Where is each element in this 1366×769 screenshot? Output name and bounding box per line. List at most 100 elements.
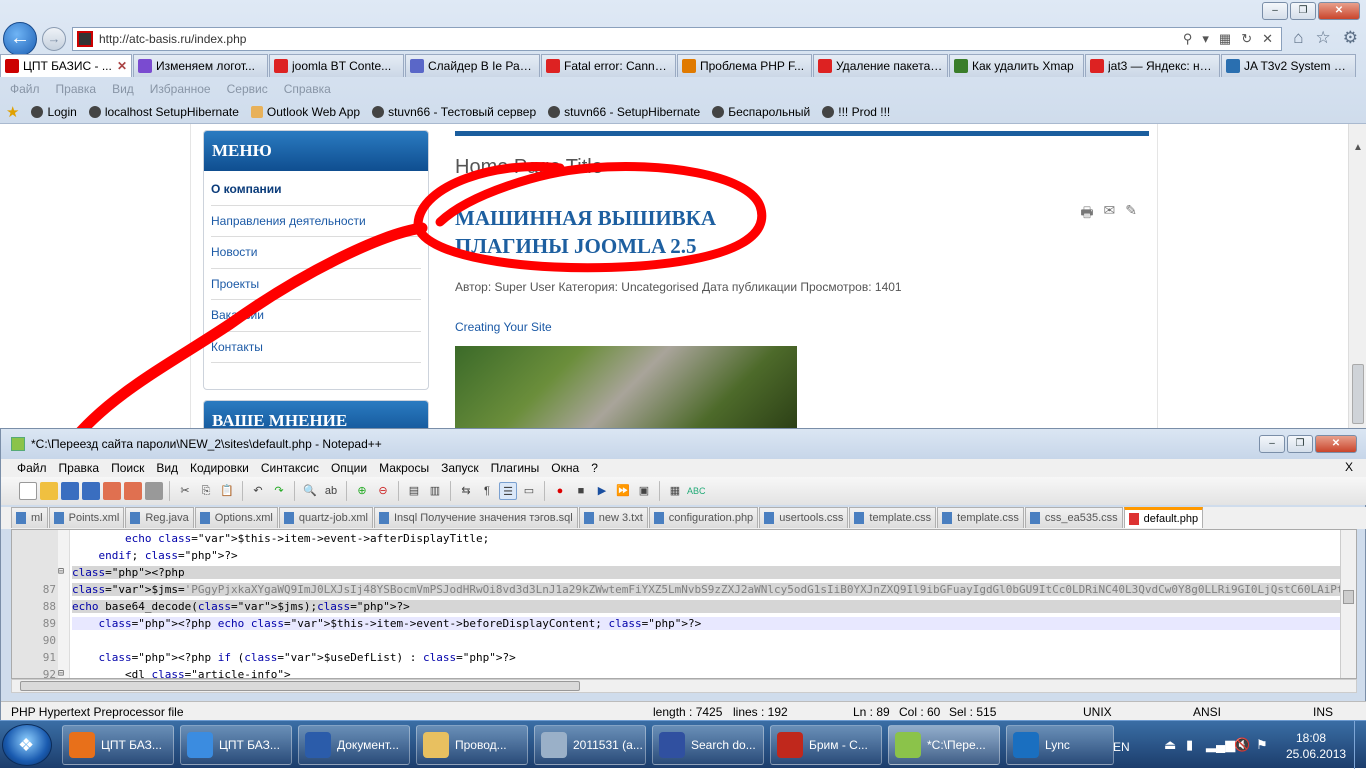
menu-item[interactable]: Проекты bbox=[211, 269, 421, 300]
code-line[interactable]: class="php"><?php if (class="var">$useDe… bbox=[72, 651, 1342, 664]
favorite-link[interactable]: Login bbox=[31, 105, 77, 119]
stop-icon[interactable]: ✕ bbox=[1262, 31, 1273, 47]
print-icon[interactable] bbox=[145, 482, 163, 500]
launch-icon[interactable]: ▦ bbox=[666, 482, 684, 500]
back-button[interactable]: ← bbox=[3, 22, 37, 56]
chevron-up-icon[interactable]: ▲ bbox=[1353, 142, 1363, 153]
spellcheck-icon[interactable]: ABC bbox=[687, 482, 706, 500]
browser-menu-item[interactable]: Правка bbox=[56, 82, 97, 96]
browser-tab[interactable]: jat3 — Яндекс: на... bbox=[1085, 54, 1220, 77]
compat-view-icon[interactable]: ▦ bbox=[1219, 31, 1231, 47]
search-icon[interactable]: ⚲ bbox=[1183, 31, 1193, 47]
npp-menu-item[interactable]: Окна bbox=[551, 461, 579, 475]
menu-item[interactable]: Вакансии bbox=[211, 300, 421, 332]
browser-menu-item[interactable]: Справка bbox=[284, 82, 331, 96]
close-all-icon[interactable] bbox=[124, 482, 142, 500]
favorites-bar-star[interactable]: ★ bbox=[6, 103, 19, 121]
npp-menu-item[interactable]: ? bbox=[591, 461, 598, 475]
refresh-icon[interactable]: ↻ bbox=[1241, 31, 1252, 47]
browser-menu-item[interactable]: Вид bbox=[112, 82, 134, 96]
browser-menu-item[interactable]: Файл bbox=[10, 82, 40, 96]
npp-close-button[interactable]: ✕ bbox=[1315, 435, 1357, 453]
zoom-out-icon[interactable]: ⊖ bbox=[374, 482, 392, 500]
copy-icon[interactable]: ⎘ bbox=[197, 482, 215, 500]
code-line[interactable]: <dl class="article-info"> bbox=[72, 668, 1342, 678]
taskbar-item[interactable]: Lync bbox=[1006, 725, 1114, 765]
taskbar-item[interactable]: 2011531 (а... bbox=[534, 725, 646, 765]
save-macro-icon[interactable]: ▣ bbox=[635, 482, 653, 500]
start-button[interactable]: ❖ bbox=[2, 724, 52, 766]
menu-item[interactable]: Направления деятельности bbox=[211, 206, 421, 237]
chevron-down-icon[interactable]: ▾ bbox=[1202, 31, 1209, 47]
favorites-star-icon[interactable]: ☆ bbox=[1316, 28, 1331, 48]
taskbar-item[interactable]: Документ... bbox=[298, 725, 410, 765]
editor-vscroll-thumb[interactable] bbox=[1343, 590, 1354, 604]
browser-tab[interactable]: ЦПТ БАЗИС - ... ✕ bbox=[0, 54, 132, 77]
menu-item[interactable]: О компании bbox=[211, 174, 421, 206]
page-scrollbar[interactable]: ▲ bbox=[1348, 124, 1366, 428]
favorite-link[interactable]: stuvn66 - SetupHibernate bbox=[548, 105, 700, 119]
taskbar-item[interactable]: Search do... bbox=[652, 725, 764, 765]
fold-toggle-icon[interactable]: ⊟ bbox=[58, 566, 64, 577]
browser-tab[interactable]: Как удалить Xmap bbox=[949, 54, 1084, 77]
menu-item[interactable]: Контакты bbox=[211, 332, 421, 363]
restore-button[interactable]: ❐ bbox=[1290, 2, 1316, 20]
browser-tab[interactable]: Fatal error: Canno... bbox=[541, 54, 676, 77]
npp-menu-item[interactable]: Поиск bbox=[111, 461, 144, 475]
code-line[interactable]: class="php"><?php bbox=[72, 566, 1342, 579]
browser-tab[interactable]: joomla BT Conte... bbox=[269, 54, 404, 77]
save-all-icon[interactable] bbox=[82, 482, 100, 500]
redo-icon[interactable]: ↷ bbox=[270, 482, 288, 500]
file-tab[interactable]: template.css bbox=[849, 507, 937, 528]
code-editor[interactable]: 87 88 89 90 91 92 ⊟ ⊟ echo class="var">$this->… bbox=[11, 529, 1357, 679]
address-bar[interactable]: http://atc-basis.ru/index.php ⚲ ▾ ▦ ↻ ✕ bbox=[72, 27, 1282, 51]
edit-icon[interactable]: ✎ bbox=[1125, 202, 1137, 226]
find-icon[interactable]: 🔍 bbox=[301, 482, 319, 500]
cut-icon[interactable]: ✂ bbox=[176, 482, 194, 500]
file-tab[interactable]: default.php bbox=[1123, 507, 1204, 528]
clock-time[interactable]: 18:08 bbox=[1296, 731, 1326, 745]
record-macro-icon[interactable]: ● bbox=[551, 482, 569, 500]
npp-menu-item[interactable]: Плагины bbox=[491, 461, 540, 475]
favorite-link[interactable]: Outlook Web App bbox=[250, 105, 360, 119]
code-line[interactable]: echo class="var">$this->item->event->aft… bbox=[72, 532, 1342, 545]
code-line[interactable]: endif; class="php">?> bbox=[72, 549, 1342, 562]
npp-restore-button[interactable]: ❐ bbox=[1287, 435, 1313, 453]
favorite-link[interactable]: Беспарольный bbox=[712, 105, 810, 119]
article-title[interactable]: МАШИННАЯ ВЫШИВКА ПЛАГИНЫ JOOMLA 2.5 bbox=[455, 204, 716, 260]
minimize-button[interactable]: – bbox=[1262, 2, 1288, 20]
page-scrollbar-thumb[interactable] bbox=[1352, 364, 1364, 424]
tray-flag-icon[interactable]: ⚑ bbox=[1256, 737, 1268, 753]
zoom-in-icon[interactable]: ⊕ bbox=[353, 482, 371, 500]
taskbar-item[interactable]: ЦПТ БАЗ... bbox=[62, 725, 174, 765]
editor-hscroll-thumb[interactable] bbox=[20, 681, 580, 691]
close-file-icon[interactable] bbox=[103, 482, 121, 500]
browser-tab[interactable]: Проблема PHP F... bbox=[677, 54, 812, 77]
browser-menu-item[interactable]: Сервис bbox=[227, 82, 268, 96]
browser-tab[interactable]: Удаление пакета:... bbox=[813, 54, 948, 77]
close-doc-button[interactable]: X bbox=[1345, 460, 1353, 474]
file-tab[interactable]: configuration.php bbox=[648, 507, 759, 528]
browser-tab[interactable]: Изменяем логот... bbox=[133, 54, 268, 77]
file-tab[interactable]: Reg.java bbox=[125, 507, 194, 528]
run-macro-multiple-icon[interactable]: ⏩ bbox=[614, 482, 632, 500]
npp-menu-item[interactable]: Кодировки bbox=[190, 461, 249, 475]
file-tab[interactable]: new 3.txt bbox=[578, 507, 648, 528]
address-url[interactable]: http://atc-basis.ru/index.php bbox=[99, 32, 1183, 46]
paste-icon[interactable]: 📋 bbox=[218, 482, 236, 500]
npp-menu-item[interactable]: Синтаксис bbox=[261, 461, 319, 475]
home-icon[interactable]: ⌂ bbox=[1293, 28, 1303, 48]
undo-icon[interactable]: ↶ bbox=[249, 482, 267, 500]
tray-usb-icon[interactable]: ⏏ bbox=[1164, 737, 1176, 753]
open-file-icon[interactable] bbox=[40, 482, 58, 500]
language-indicator[interactable]: EN bbox=[1113, 740, 1130, 754]
npp-menu-item[interactable]: Макросы bbox=[379, 461, 429, 475]
npp-menu-item[interactable]: Опции bbox=[331, 461, 367, 475]
sync-v-icon[interactable]: ▤ bbox=[405, 482, 423, 500]
code-line[interactable]: class="var">$jms='PGgyPjxkaXYgaWQ9ImJ0LX… bbox=[72, 583, 1342, 596]
folder-icon[interactable]: ▭ bbox=[520, 482, 538, 500]
close-button[interactable]: ✕ bbox=[1318, 2, 1360, 20]
npp-menu-item[interactable]: Правка bbox=[59, 461, 100, 475]
taskbar-item[interactable]: Провод... bbox=[416, 725, 528, 765]
gear-icon[interactable]: ⚙ bbox=[1343, 28, 1358, 48]
